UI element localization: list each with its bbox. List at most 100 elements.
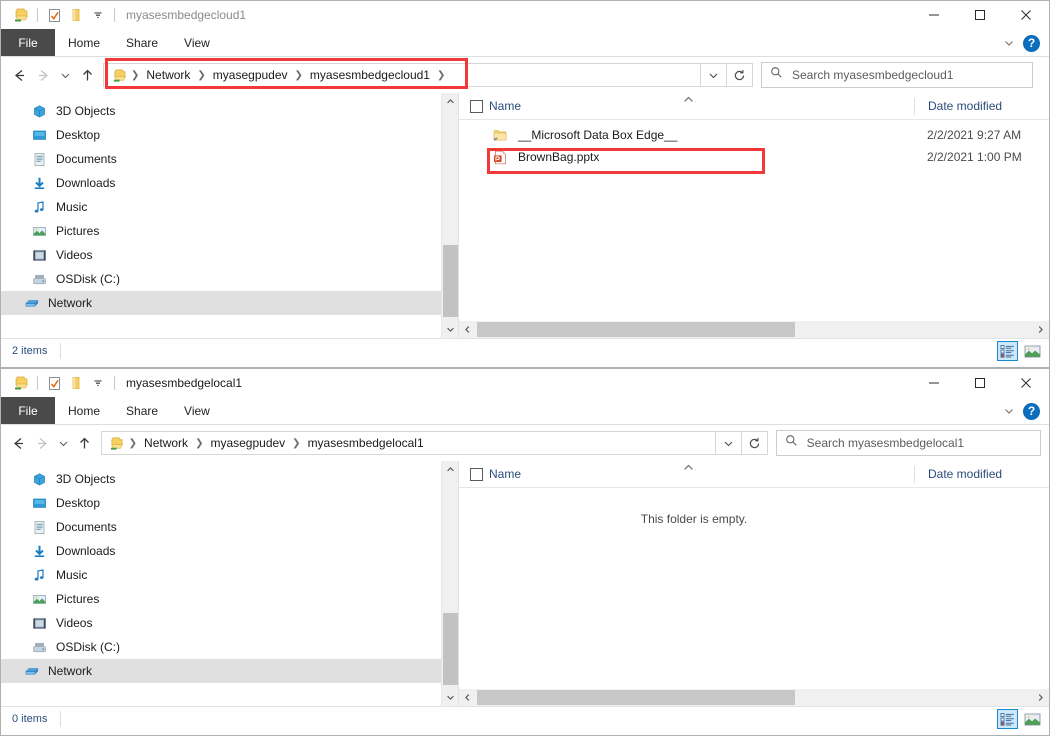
file-list-horizontal-scrollbar[interactable] — [459, 689, 1049, 706]
close-icon[interactable] — [1003, 1, 1049, 29]
back-arrow-icon[interactable] — [7, 429, 30, 457]
help-icon[interactable]: ? — [1023, 403, 1040, 420]
maximize-icon[interactable] — [957, 369, 1003, 397]
search-input[interactable]: Search myasesmbedgelocal1 — [776, 430, 1041, 456]
breadcrumb-item-network[interactable]: Network — [140, 436, 192, 450]
sidebar-item-videos[interactable]: Videos — [1, 611, 458, 635]
ribbon-expand-chevron-down-icon[interactable] — [1003, 405, 1015, 417]
properties-checkbox-icon[interactable] — [43, 4, 65, 26]
new-folder-icon[interactable] — [65, 372, 87, 394]
address-bar-empty-area[interactable] — [461, 431, 716, 455]
select-all-checkbox[interactable] — [459, 468, 489, 481]
new-folder-icon[interactable] — [65, 4, 87, 26]
sidebar-item-pictures[interactable]: Pictures — [1, 219, 458, 243]
file-list-horizontal-scrollbar[interactable] — [459, 321, 1049, 338]
breadcrumb-separator[interactable]: ❯ — [126, 438, 140, 449]
scroll-left-arrow-icon[interactable] — [459, 689, 476, 706]
scroll-right-arrow-icon[interactable] — [1032, 689, 1049, 706]
details-view-icon[interactable] — [997, 709, 1018, 729]
minimize-icon[interactable] — [911, 369, 957, 397]
scrollbar-thumb[interactable] — [477, 322, 795, 337]
sidebar-item-osdisk[interactable]: OSDisk (C:) — [1, 267, 458, 291]
sidebar-item-osdisk[interactable]: OSDisk (C:) — [1, 635, 458, 659]
breadcrumb-separator-trailing[interactable]: ❯ — [434, 70, 448, 81]
chevron-down-icon[interactable] — [87, 372, 109, 394]
sidebar-item-desktop[interactable]: Desktop — [1, 491, 458, 515]
back-arrow-icon[interactable] — [7, 61, 31, 89]
tab-home[interactable]: Home — [55, 29, 113, 56]
breadcrumb-item-server[interactable]: myasegpudev — [209, 68, 292, 82]
help-icon[interactable]: ? — [1023, 35, 1040, 52]
sidebar-item-music[interactable]: Music — [1, 563, 458, 587]
breadcrumb-separator[interactable]: ❯ — [292, 70, 306, 81]
breadcrumb-separator[interactable]: ❯ — [289, 438, 303, 449]
navigation-vertical-scrollbar[interactable] — [441, 93, 458, 338]
scroll-up-arrow-icon[interactable] — [442, 93, 459, 110]
chevron-down-icon[interactable] — [87, 4, 109, 26]
scroll-down-arrow-icon[interactable] — [442, 321, 459, 338]
forward-arrow-icon[interactable] — [30, 429, 53, 457]
tab-file[interactable]: File — [1, 29, 55, 56]
select-all-checkbox[interactable] — [459, 100, 489, 113]
tab-view[interactable]: View — [171, 397, 223, 424]
column-header-date-modified[interactable]: Date modified — [914, 98, 1049, 115]
minimize-icon[interactable] — [911, 1, 957, 29]
scroll-down-arrow-icon[interactable] — [442, 689, 459, 706]
ribbon-expand-chevron-down-icon[interactable] — [1003, 37, 1015, 49]
navigation-vertical-scrollbar[interactable] — [441, 461, 458, 706]
sidebar-item-downloads[interactable]: Downloads — [1, 539, 458, 563]
large-icons-view-icon[interactable] — [1022, 341, 1043, 361]
breadcrumb-item-share[interactable]: myasesmbedgecloud1 — [306, 68, 434, 82]
tab-home[interactable]: Home — [55, 397, 113, 424]
address-dropdown-chevron-down-icon[interactable] — [716, 431, 742, 455]
recent-locations-chevron-down-icon[interactable] — [54, 429, 73, 457]
table-row[interactable]: BrownBag.pptx 2/2/2021 1:00 PM — [459, 146, 1049, 168]
properties-checkbox-icon[interactable] — [43, 372, 65, 394]
sidebar-item-documents[interactable]: Documents — [1, 515, 458, 539]
sidebar-item-desktop[interactable]: Desktop — [1, 123, 458, 147]
column-header-name[interactable]: Name — [489, 467, 914, 481]
tab-view[interactable]: View — [171, 29, 223, 56]
breadcrumb-item-network[interactable]: Network — [142, 68, 194, 82]
refresh-icon[interactable] — [727, 63, 753, 87]
sidebar-item-documents[interactable]: Documents — [1, 147, 458, 171]
scrollbar-thumb[interactable] — [443, 613, 458, 685]
scroll-up-arrow-icon[interactable] — [442, 461, 459, 478]
column-header-date-modified[interactable]: Date modified — [914, 466, 1049, 483]
sidebar-item-music[interactable]: Music — [1, 195, 458, 219]
folder-explorer-icon[interactable] — [10, 372, 32, 394]
sidebar-item-network[interactable]: Network — [1, 659, 458, 683]
up-arrow-icon[interactable] — [73, 429, 96, 457]
refresh-icon[interactable] — [742, 431, 768, 455]
breadcrumb-separator[interactable]: ❯ — [194, 70, 208, 81]
tab-share[interactable]: Share — [113, 29, 171, 56]
search-input[interactable]: Search myasesmbedgecloud1 — [761, 62, 1033, 88]
address-dropdown-chevron-down-icon[interactable] — [701, 63, 727, 87]
forward-arrow-icon[interactable] — [31, 61, 55, 89]
folder-explorer-icon[interactable] — [10, 4, 32, 26]
sidebar-item-videos[interactable]: Videos — [1, 243, 458, 267]
table-row[interactable]: __Microsoft Data Box Edge__ 2/2/2021 9:2… — [459, 124, 1049, 146]
sidebar-item-pictures[interactable]: Pictures — [1, 587, 458, 611]
tab-share[interactable]: Share — [113, 397, 171, 424]
details-view-icon[interactable] — [997, 341, 1018, 361]
scroll-right-arrow-icon[interactable] — [1032, 321, 1049, 338]
column-header-name[interactable]: Name — [489, 99, 914, 113]
breadcrumb[interactable]: ❯ Network ❯ myasegpudev ❯ myasesmbedgecl… — [103, 63, 463, 87]
breadcrumb-item-server[interactable]: myasegpudev — [206, 436, 289, 450]
close-icon[interactable] — [1003, 369, 1049, 397]
sidebar-item-network[interactable]: Network — [1, 291, 458, 315]
address-bar-empty-area[interactable] — [463, 63, 701, 87]
up-arrow-icon[interactable] — [75, 61, 99, 89]
sidebar-item-downloads[interactable]: Downloads — [1, 171, 458, 195]
scrollbar-thumb[interactable] — [443, 245, 458, 317]
breadcrumb-separator[interactable]: ❯ — [128, 70, 142, 81]
recent-locations-chevron-down-icon[interactable] — [55, 61, 75, 89]
sidebar-item-3d-objects[interactable]: 3D Objects — [1, 467, 458, 491]
breadcrumb[interactable]: ❯ Network ❯ myasegpudev ❯ myasesmbedgelo… — [101, 431, 461, 455]
breadcrumb-separator[interactable]: ❯ — [192, 438, 206, 449]
breadcrumb-item-share[interactable]: myasesmbedgelocal1 — [304, 436, 428, 450]
scroll-left-arrow-icon[interactable] — [459, 321, 476, 338]
maximize-icon[interactable] — [957, 1, 1003, 29]
sidebar-item-3d-objects[interactable]: 3D Objects — [1, 99, 458, 123]
